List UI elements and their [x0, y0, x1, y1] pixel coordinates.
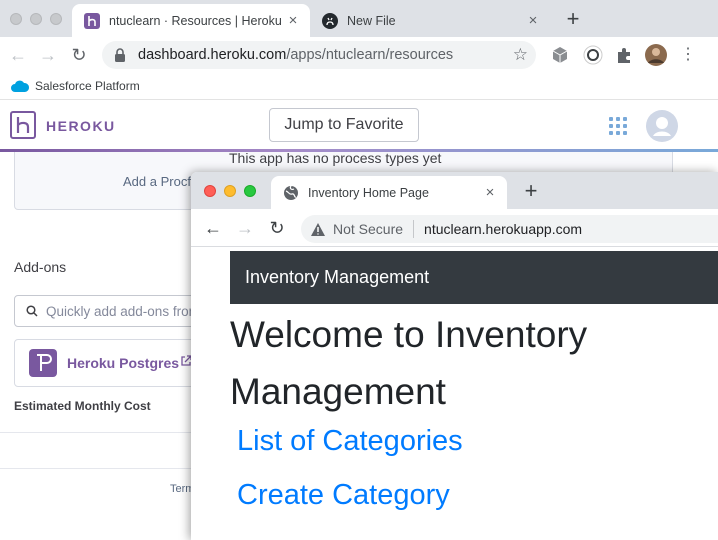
back-button[interactable]: ← — [6, 43, 30, 67]
new-tab-button[interactable]: + — [519, 180, 543, 202]
tab-title: New File — [347, 13, 396, 28]
postgres-elephant-icon — [29, 349, 57, 377]
cube-extension-icon[interactable] — [551, 46, 569, 64]
close-window-button[interactable] — [10, 13, 22, 25]
navbar-brand[interactable]: Inventory Management — [245, 267, 429, 288]
puzzle-extensions-icon[interactable] — [615, 46, 633, 64]
estimated-monthly-cost-label: Estimated Monthly Cost — [14, 399, 151, 413]
new-tab-button[interactable]: + — [561, 8, 585, 30]
jump-to-favorite-button[interactable]: Jump to Favorite — [269, 108, 419, 142]
close-tab-icon[interactable]: × — [482, 184, 498, 201]
tab-inventory-home[interactable]: Inventory Home Page × — [271, 176, 507, 209]
tab-title: Inventory Home Page — [308, 185, 429, 200]
zoom-window-button[interactable] — [50, 13, 62, 25]
tab-heroku-resources[interactable]: ntuclearn · Resources | Heroku × — [72, 4, 310, 37]
globe-icon — [284, 185, 298, 200]
heroku-h-glyph-icon — [16, 117, 30, 133]
not-secure-label[interactable]: Not Secure — [333, 221, 403, 237]
bookmark-star-icon[interactable]: ☆ — [513, 45, 528, 65]
account-avatar-icon[interactable] — [646, 110, 678, 142]
browser-toolbar: ← → ↻ dashboard.heroku.com/apps/ntuclear… — [0, 37, 718, 73]
browser-menu-icon[interactable]: ⋮ — [680, 45, 696, 65]
heroku-brand[interactable]: HEROKU — [46, 118, 116, 134]
back-button[interactable]: ← — [201, 216, 225, 240]
tab-title: ntuclearn · Resources | Heroku — [109, 13, 282, 28]
github-favicon-icon — [322, 12, 338, 29]
page-title: Welcome to Inventory Management — [230, 314, 588, 412]
heroku-logo-icon[interactable] — [10, 111, 36, 139]
addon-card-heroku-postgres[interactable]: Heroku Postgres — [14, 339, 204, 387]
inventory-browser-window: Inventory Home Page × + ← → ↻ Not Secure… — [191, 172, 718, 540]
address-bar[interactable]: dashboard.heroku.com/apps/ntuclearn/reso… — [102, 41, 536, 69]
address-separator — [413, 220, 415, 238]
browser-toolbar: ← → ↻ Not Secure ntuclearn.herokuapp.com — [191, 209, 718, 247]
lock-icon — [115, 48, 125, 62]
close-tab-icon[interactable]: × — [285, 12, 301, 29]
reload-button[interactable]: ↻ — [265, 216, 289, 240]
reload-button[interactable]: ↻ — [67, 43, 91, 67]
zoom-window-button[interactable] — [244, 185, 256, 197]
addon-name[interactable]: Heroku Postgres — [67, 355, 179, 371]
url-host: dashboard.heroku.com — [138, 47, 287, 63]
bookmarks-bar: Salesforce Platform — [0, 73, 718, 100]
forward-button[interactable]: → — [233, 216, 257, 240]
close-window-button[interactable] — [204, 185, 216, 197]
tab-new-file[interactable]: New File × — [310, 4, 550, 37]
addon-search-placeholder: Quickly add add-ons from — [46, 303, 200, 319]
address-bar[interactable]: Not Secure ntuclearn.herokuapp.com — [301, 215, 718, 243]
salesforce-cloud-icon — [11, 80, 30, 92]
addons-heading: Add-ons — [14, 259, 67, 275]
no-process-types-message: This app has no process types yet — [229, 150, 442, 166]
url-host: ntuclearn.herokuapp.com — [424, 221, 583, 237]
tab-strip: ntuclearn · Resources | Heroku × New Fil… — [0, 0, 718, 37]
tab-strip: Inventory Home Page × + — [191, 172, 718, 209]
profile-avatar[interactable] — [645, 44, 667, 66]
heroku-favicon-icon — [84, 12, 100, 29]
heroku-header: HEROKU Jump to Favorite — [0, 101, 718, 149]
search-icon — [26, 305, 38, 317]
create-category-link[interactable]: Create Category — [237, 479, 450, 512]
warning-triangle-icon — [311, 222, 325, 236]
url-path: /apps/ntuclearn/resources — [286, 47, 454, 63]
elephant-glyph-icon — [37, 354, 52, 371]
list-of-categories-link[interactable]: List of Categories — [237, 425, 463, 458]
forward-button[interactable]: → — [36, 43, 60, 67]
user-glyph-icon — [653, 117, 671, 136]
bookmark-salesforce-platform[interactable]: Salesforce Platform — [35, 79, 140, 93]
minimize-window-button[interactable] — [30, 13, 42, 25]
close-tab-icon[interactable]: × — [525, 12, 541, 29]
inventory-navbar: Inventory Management — [230, 251, 718, 304]
minimize-window-button[interactable] — [224, 185, 236, 197]
addon-search-input[interactable]: Quickly add add-ons from — [14, 295, 204, 327]
sync-extension-icon[interactable] — [583, 45, 603, 65]
apps-grid-icon[interactable] — [609, 117, 627, 135]
